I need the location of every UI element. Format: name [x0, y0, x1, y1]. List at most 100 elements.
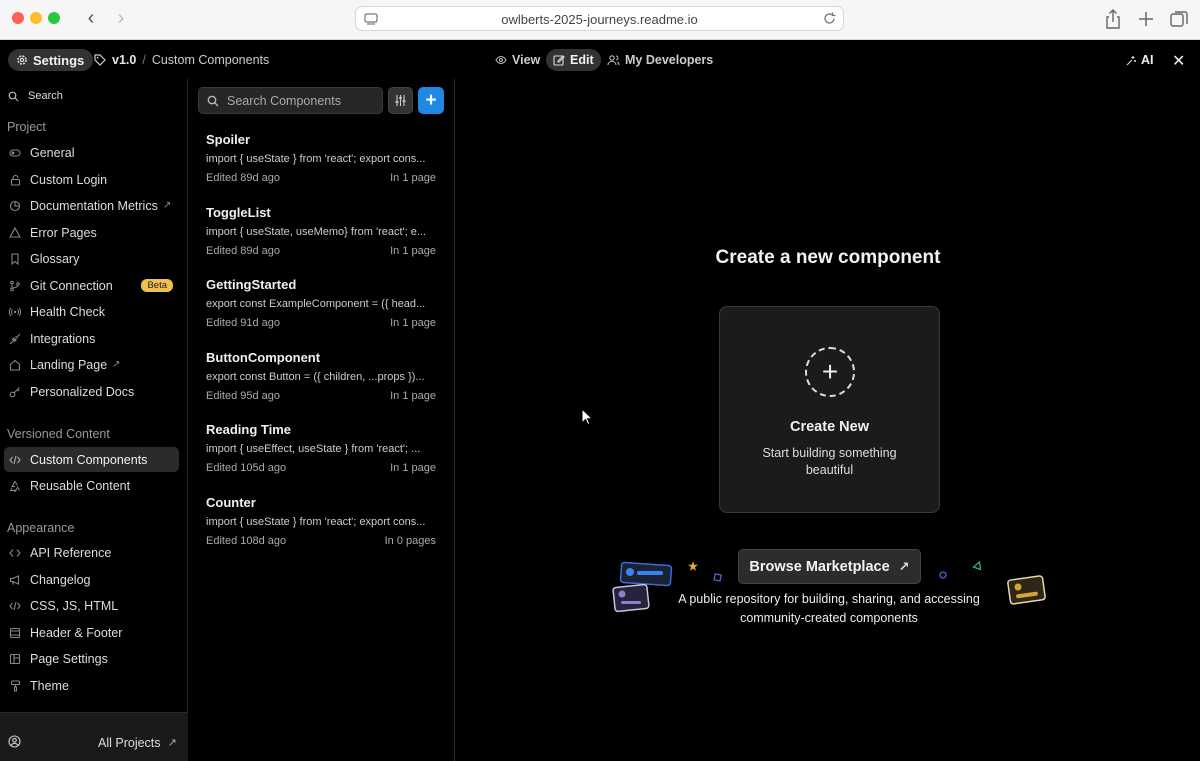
all-projects-label: All Projects — [98, 736, 161, 750]
components-list-panel: + Spoiler import { useState } from 'reac… — [189, 79, 455, 761]
ai-button[interactable]: AI — [1126, 53, 1154, 67]
section-versioned-content: Versioned Content — [7, 427, 110, 441]
sidebar-item-custom-components[interactable]: Custom Components — [4, 447, 179, 472]
sidebar-item-api-reference[interactable]: API Reference — [4, 540, 179, 565]
sliders-icon — [395, 95, 406, 106]
component-page-count: In 1 page — [390, 390, 436, 402]
edit-label: Edit — [570, 53, 594, 67]
plus-icon: + — [425, 89, 437, 111]
component-code-preview: import { useState } from 'react'; export… — [206, 153, 426, 165]
create-new-card[interactable]: + Create New Start building something be… — [719, 306, 940, 513]
sidebar-item-label: Custom Login — [30, 172, 108, 187]
triangle-icon — [972, 561, 982, 571]
sidebar-item-header-footer[interactable]: Header & Footer — [4, 620, 179, 645]
settings-button[interactable]: Settings — [8, 49, 94, 71]
sidebar-item-changelog[interactable]: Changelog — [4, 567, 179, 592]
mouse-cursor-icon — [581, 408, 593, 426]
component-edited-time: Edited 89d ago — [206, 172, 281, 184]
reload-icon[interactable] — [822, 11, 837, 26]
close-window-button[interactable] — [12, 12, 24, 24]
edit-mode-button[interactable]: Edit — [546, 49, 601, 71]
component-list-item[interactable]: Spoiler import { useState } from 'react'… — [189, 132, 454, 200]
developers-label: My Developers — [625, 53, 714, 67]
sidebar-item-integrations[interactable]: Integrations — [4, 326, 179, 351]
sparkle-icon — [1126, 55, 1136, 65]
key-icon — [9, 386, 21, 398]
component-edited-time: Edited 91d ago — [206, 317, 281, 329]
my-developers-button[interactable]: My Developers — [600, 49, 720, 71]
all-projects-link[interactable]: All Projects ↗ — [98, 736, 177, 750]
sidebar-item-git-connection[interactable]: Git Connection Beta — [4, 273, 179, 298]
component-list-item[interactable]: GettingStarted export const ExampleCompo… — [189, 277, 454, 345]
sidebar-item-label: Header & Footer — [30, 625, 123, 640]
sidebar-item-css-js-html[interactable]: CSS, JS, HTML — [4, 593, 179, 618]
sidebar-item-label: API Reference — [30, 545, 112, 560]
main-content: Create a new component + Create New Star… — [456, 79, 1200, 761]
version-selector[interactable]: v1.0 — [112, 53, 136, 67]
external-link-icon: ↗ — [162, 200, 172, 211]
tab-overview-icon[interactable] — [1168, 8, 1190, 30]
sidebar-item-label: Integrations — [30, 331, 96, 346]
eye-icon — [495, 55, 507, 65]
component-search[interactable] — [198, 87, 383, 114]
sidebar-item-error-pages[interactable]: Error Pages — [4, 220, 179, 245]
sidebar-item-landing-page[interactable]: Landing Page ↗ — [4, 352, 179, 377]
sidebar-search[interactable]: Search — [8, 90, 63, 102]
sidebar-item-health-check[interactable]: Health Check — [4, 299, 179, 324]
warning-icon — [9, 227, 21, 239]
component-name: ButtonComponent — [206, 350, 321, 365]
recycle-icon — [9, 480, 21, 492]
component-code-preview: export const Button = ({ children, ...pr… — [206, 371, 425, 383]
component-edited-time: Edited 105d ago — [206, 462, 287, 474]
sidebar-item-personalized-docs[interactable]: Personalized Docs — [4, 379, 179, 404]
sidebar-item-page-settings[interactable]: Page Settings — [4, 646, 179, 671]
forward-button[interactable]: › — [110, 8, 132, 30]
pencil-icon — [553, 55, 565, 66]
sidebar-item-label: CSS, JS, HTML — [30, 598, 119, 613]
sidebar-item-reusable-content[interactable]: Reusable Content — [4, 473, 179, 498]
sidebar-item-label: Personalized Docs — [30, 384, 135, 399]
view-mode-button[interactable]: View — [488, 49, 547, 71]
external-link-icon: ↗ — [167, 737, 177, 749]
create-new-subtitle: Start building something beautiful — [762, 446, 897, 477]
component-code-preview: import { useState } from 'react'; export… — [206, 516, 426, 528]
sidebar-item-documentation-metrics[interactable]: Documentation Metrics ↗ — [4, 193, 179, 218]
close-icon[interactable]: ✕ — [1172, 51, 1185, 71]
component-list-item[interactable]: Reading Time import { useEffect, useStat… — [189, 422, 454, 490]
code-icon — [9, 600, 21, 612]
component-search-input[interactable] — [227, 93, 377, 108]
component-list-item[interactable]: ButtonComponent export const Button = ({… — [189, 350, 454, 418]
component-edited-time: Edited 108d ago — [206, 535, 287, 547]
add-component-button[interactable]: + — [418, 87, 444, 114]
address-bar[interactable]: owlberts-2025-journeys.readme.io — [355, 6, 844, 31]
component-list-item[interactable]: ToggleList import { useState, useMemo} f… — [189, 205, 454, 273]
component-page-count: In 1 page — [390, 462, 436, 474]
component-code-preview: export const ExampleComponent = ({ head.… — [206, 298, 426, 310]
external-link-icon: ↗ — [898, 558, 910, 574]
zoom-window-button[interactable] — [48, 12, 60, 24]
user-icon[interactable] — [8, 735, 21, 748]
browse-marketplace-button[interactable]: Browse Marketplace ↗ — [738, 549, 921, 584]
back-button[interactable]: ‹ — [80, 8, 102, 30]
settings-sidebar: Search Project General Custom Login Docu… — [0, 79, 188, 761]
share-icon[interactable] — [1102, 8, 1124, 30]
pie-chart-icon — [9, 200, 21, 212]
star-icon — [688, 561, 698, 571]
home-icon — [9, 359, 21, 371]
external-link-icon: ↗ — [112, 359, 121, 370]
brackets-icon — [9, 547, 21, 559]
component-list-item[interactable]: Counter import { useState } from 'react'… — [189, 495, 454, 563]
component-code-preview: import { useState, useMemo} from 'react'… — [206, 226, 427, 238]
paint-roller-icon — [9, 679, 21, 692]
sidebar-item-theme[interactable]: Theme — [4, 673, 179, 698]
page-layout-icon — [9, 653, 21, 665]
minimize-window-button[interactable] — [30, 12, 42, 24]
sidebar-item-label: General — [30, 145, 75, 160]
sidebar-item-general[interactable]: General — [4, 140, 179, 165]
view-label: View — [512, 53, 541, 67]
beta-badge: Beta — [141, 279, 173, 292]
filter-button[interactable] — [388, 87, 413, 114]
sidebar-item-glossary[interactable]: Glossary — [4, 246, 179, 271]
new-tab-icon[interactable] — [1135, 8, 1157, 30]
sidebar-item-custom-login[interactable]: Custom Login — [4, 167, 179, 192]
